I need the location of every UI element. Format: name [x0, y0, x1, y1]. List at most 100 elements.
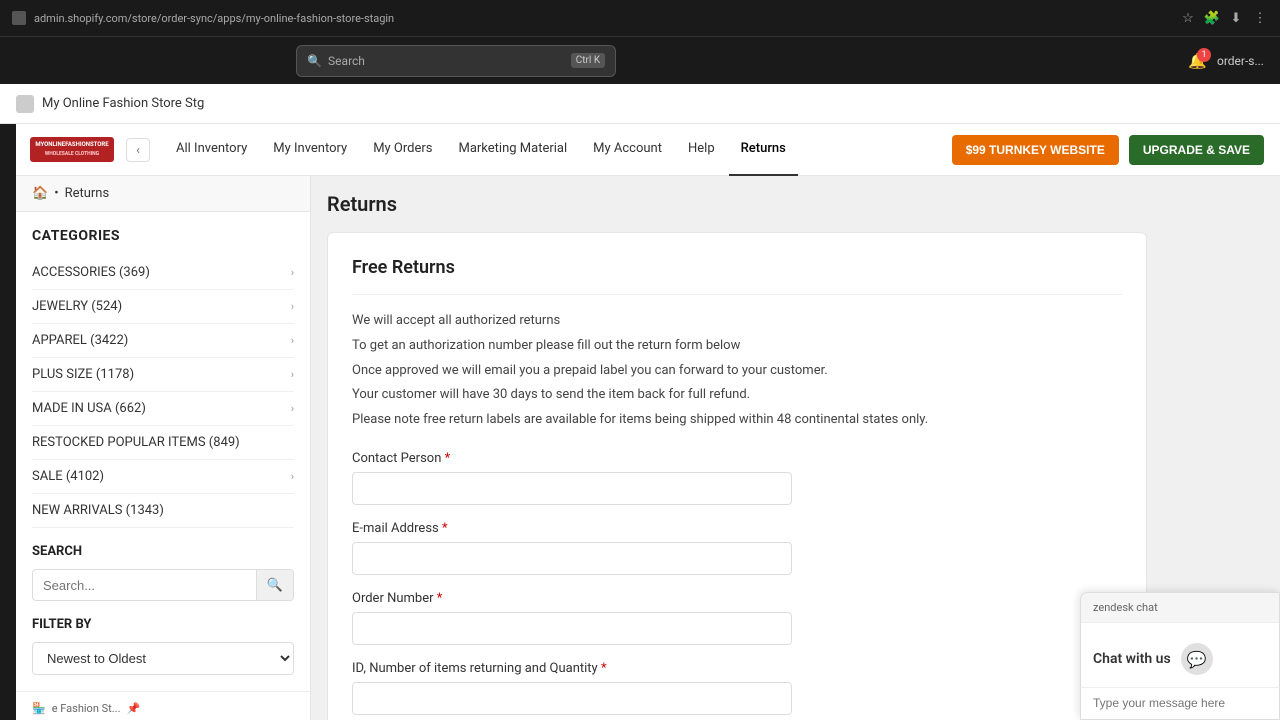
admin-search-box[interactable]: 🔍 Search Ctrl K	[296, 45, 616, 77]
returns-card-title: Free Returns	[352, 257, 1122, 295]
breadcrumb: 🏠 • Returns	[16, 176, 310, 212]
settings-icon[interactable]: ⋮	[1252, 10, 1268, 26]
shopify-admin-bar: 🔍 Search Ctrl K 🔔 1 order-s...	[0, 36, 1280, 84]
nav-item-my-orders[interactable]: My Orders	[361, 124, 444, 176]
form-group-email: E-mail Address *	[352, 521, 1122, 575]
search-shortcut: Ctrl K	[571, 53, 605, 68]
search-icon: 🔍	[307, 54, 322, 68]
category-sale[interactable]: SALE (4102) ›	[32, 460, 294, 494]
notification-bell[interactable]: 🔔 1	[1188, 52, 1207, 70]
store-badge-label: e Fashion St...	[52, 702, 121, 715]
logo-text-line2: WHOLESALE CLOTHING	[35, 151, 108, 158]
filter-section: FILTER BY Newest to Oldest Oldest to New…	[16, 617, 310, 691]
form-group-contact: Contact Person *	[352, 451, 1122, 505]
breadcrumb-separator: •	[54, 186, 58, 201]
returns-info-line-4: Your customer will have 30 days to send …	[352, 385, 1122, 406]
app-logo: MYONLINEFASHIONSTORE WHOLESALE CLOTHING	[32, 130, 112, 170]
category-plus-size-chevron: ›	[291, 368, 294, 381]
category-accessories-label: ACCESSORIES (369)	[32, 265, 150, 280]
category-sale-chevron: ›	[291, 470, 294, 483]
category-plus-size[interactable]: PLUS SIZE (1178) ›	[32, 358, 294, 392]
category-jewelry-label: JEWELRY (524)	[32, 299, 122, 314]
chat-body-label: Chat with us	[1093, 651, 1171, 667]
nav-item-returns[interactable]: Returns	[729, 124, 798, 176]
category-made-in-usa-label: MADE IN USA (662)	[32, 401, 146, 416]
search-title: SEARCH	[32, 544, 294, 559]
category-apparel[interactable]: APPAREL (3422) ›	[32, 324, 294, 358]
browser-controls: ☆ 🧩 ⬇ ⋮	[1180, 10, 1268, 26]
breadcrumb-home-icon[interactable]: 🏠	[32, 186, 48, 201]
form-group-items-returning: ID, Number of items returning and Quanti…	[352, 661, 1122, 715]
form-group-order-number: Order Number *	[352, 591, 1122, 645]
btn-turnkey-website[interactable]: $99 TURNKEY WEBSITE	[952, 135, 1119, 165]
filter-title: FILTER BY	[32, 617, 294, 632]
store-badge-icon: 🏪	[32, 702, 46, 715]
input-contact-person[interactable]	[352, 472, 792, 505]
category-new-arrivals-label: NEW ARRIVALS (1343)	[32, 503, 164, 518]
extensions-icon[interactable]: 🧩	[1204, 10, 1220, 26]
chat-input-area	[1081, 687, 1279, 719]
chat-message-input[interactable]	[1093, 696, 1267, 710]
returns-info-line-3: Once approved we will email you a prepai…	[352, 361, 1122, 382]
category-sale-label: SALE (4102)	[32, 469, 104, 484]
breadcrumb-current: Returns	[65, 186, 110, 201]
store-icon	[16, 95, 34, 113]
category-apparel-chevron: ›	[291, 334, 294, 347]
nav-item-my-account[interactable]: My Account	[581, 124, 674, 176]
btn-upgrade-save[interactable]: UPGRADE & SAVE	[1129, 135, 1264, 165]
notification-badge: 1	[1197, 48, 1211, 62]
browser-favicon	[12, 11, 26, 25]
browser-bar: admin.shopify.com/store/order-sync/apps/…	[0, 0, 1280, 36]
nav-item-all-inventory[interactable]: All Inventory	[164, 124, 259, 176]
logo-text-line1: MYONLINEFASHIONSTORE	[35, 141, 108, 149]
categories-title: CATEGORIES	[32, 228, 294, 244]
store-badge-pin: 📌	[126, 702, 140, 715]
returns-info-line-5: Please note free return labels are avail…	[352, 410, 1122, 431]
logo-box: MYONLINEFASHIONSTORE WHOLESALE CLOTHING	[30, 137, 113, 161]
chat-widget[interactable]: zendesk chat Chat with us 💬	[1080, 592, 1280, 720]
admin-store-label[interactable]: order-s...	[1217, 54, 1264, 68]
category-made-in-usa[interactable]: MADE IN USA (662) ›	[32, 392, 294, 426]
category-restocked[interactable]: RESTOCKED POPULAR ITEMS (849)	[32, 426, 294, 460]
input-order-number[interactable]	[352, 612, 792, 645]
category-apparel-label: APPAREL (3422)	[32, 333, 128, 348]
chat-header: zendesk chat	[1081, 593, 1279, 623]
nav-collapse-button[interactable]: ‹	[126, 138, 150, 162]
chat-bubble-icon: 💬	[1181, 643, 1213, 675]
page-title: Returns	[327, 192, 1264, 216]
search-input-wrap: 🔍	[32, 569, 294, 601]
label-email-address: E-mail Address *	[352, 521, 1122, 536]
filter-select[interactable]: Newest to Oldest Oldest to Newest Price:…	[32, 642, 294, 675]
browser-url: admin.shopify.com/store/order-sync/apps/…	[34, 12, 1172, 25]
returns-info: We will accept all authorized returns To…	[352, 311, 1122, 431]
nav-item-my-inventory[interactable]: My Inventory	[261, 124, 359, 176]
search-label: Search	[328, 54, 365, 68]
store-header: My Online Fashion Store Stg	[0, 84, 1280, 124]
app-nav: MYONLINEFASHIONSTORE WHOLESALE CLOTHING …	[16, 124, 1280, 176]
label-items-returning: ID, Number of items returning and Quanti…	[352, 661, 1122, 676]
chat-body: Chat with us 💬	[1081, 623, 1279, 687]
download-icon[interactable]: ⬇	[1228, 10, 1244, 26]
category-made-in-usa-chevron: ›	[291, 402, 294, 415]
shopify-sidebar-collapsed	[0, 124, 16, 720]
store-badge: 🏪 e Fashion St... 📌	[16, 691, 310, 720]
search-section: SEARCH 🔍	[16, 544, 310, 617]
search-input[interactable]	[33, 571, 256, 600]
label-order-number: Order Number *	[352, 591, 1122, 606]
input-items-returning[interactable]	[352, 682, 792, 715]
category-accessories[interactable]: ACCESSORIES (369) ›	[32, 256, 294, 290]
category-plus-size-label: PLUS SIZE (1178)	[32, 367, 134, 382]
category-accessories-chevron: ›	[291, 266, 294, 279]
category-new-arrivals[interactable]: NEW ARRIVALS (1343)	[32, 494, 294, 528]
bookmark-icon[interactable]: ☆	[1180, 10, 1196, 26]
nav-item-marketing[interactable]: Marketing Material	[446, 124, 579, 176]
categories-section: CATEGORIES ACCESSORIES (369) › JEWELRY (…	[16, 212, 310, 544]
returns-card: Free Returns We will accept all authoriz…	[327, 232, 1147, 720]
category-restocked-label: RESTOCKED POPULAR ITEMS (849)	[32, 435, 240, 450]
label-contact-person: Contact Person *	[352, 451, 1122, 466]
search-button[interactable]: 🔍	[256, 570, 293, 600]
category-jewelry-chevron: ›	[291, 300, 294, 313]
input-email-address[interactable]	[352, 542, 792, 575]
nav-item-help[interactable]: Help	[676, 124, 727, 176]
category-jewelry[interactable]: JEWELRY (524) ›	[32, 290, 294, 324]
